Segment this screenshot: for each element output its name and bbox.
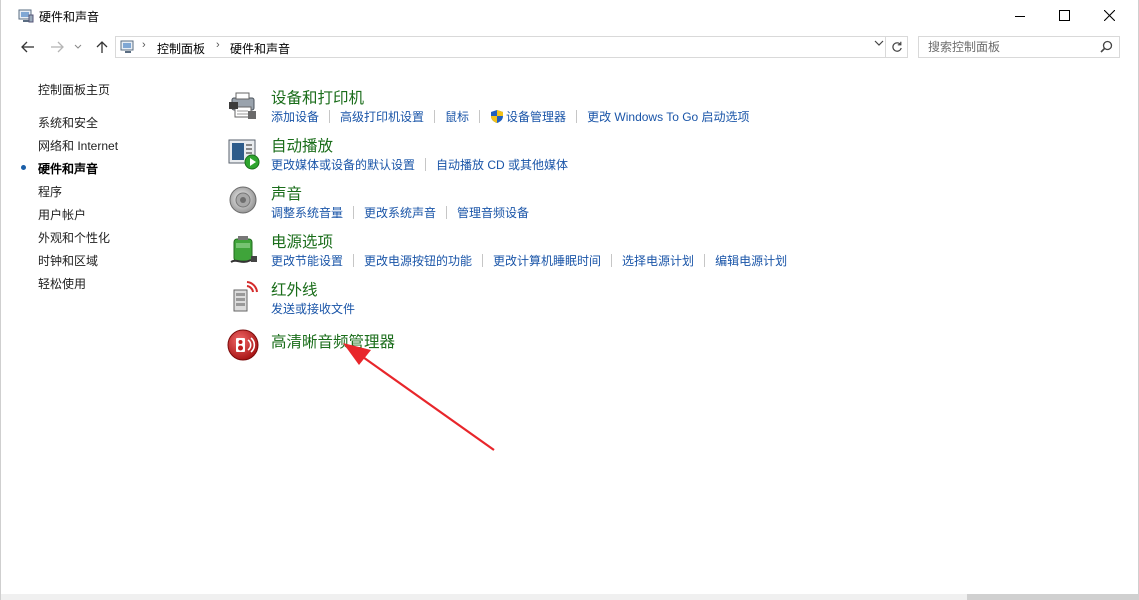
realtek-audio-icon[interactable] bbox=[227, 329, 261, 363]
annotation-arrow-icon bbox=[343, 343, 495, 451]
category-title-devices-printers[interactable]: 设备和打印机 bbox=[271, 86, 364, 108]
up-button[interactable] bbox=[92, 37, 112, 57]
link-divider bbox=[576, 110, 578, 123]
chevron-right-icon: › bbox=[216, 39, 220, 51]
battery-icon[interactable] bbox=[227, 232, 261, 266]
address-bar[interactable]: › 控制面板 › 硬件和声音 bbox=[115, 36, 886, 58]
category-links: 添加设备 高级打印机设置 鼠标 设备管理器 更改 Windows To Go 启动选项 bbox=[271, 108, 750, 127]
refresh-icon bbox=[891, 41, 902, 52]
control-panel-window: 硬件和声音 › 控制面板 › 硬件和声音 搜索控制面板 控制面板主页 系统和安全… bbox=[0, 0, 1139, 600]
autoplay-icon[interactable] bbox=[227, 137, 261, 171]
active-indicator bbox=[21, 165, 26, 170]
refresh-button[interactable] bbox=[886, 36, 908, 58]
link-power-button-function[interactable]: 更改电源按钮的功能 bbox=[364, 252, 472, 269]
minimize-icon bbox=[1015, 15, 1025, 17]
horizontal-scrollbar[interactable] bbox=[1, 594, 1139, 600]
printer-icon[interactable] bbox=[227, 89, 261, 123]
link-add-device[interactable]: 添加设备 bbox=[271, 108, 319, 125]
link-change-system-sounds[interactable]: 更改系统声音 bbox=[364, 204, 436, 221]
category-links: 更改节能设置 更改电源按钮的功能 更改计算机睡眠时间 选择电源计划 编辑电源计划 bbox=[271, 252, 787, 269]
arrow-up-icon bbox=[96, 41, 108, 53]
maximize-icon bbox=[1058, 10, 1070, 21]
sidebar-item-appearance[interactable]: 外观和个性化 bbox=[38, 229, 110, 246]
back-button[interactable] bbox=[18, 37, 38, 57]
link-divider bbox=[329, 110, 331, 123]
window-title: 硬件和声音 bbox=[39, 10, 100, 24]
sidebar-item-network[interactable]: 网络和 Internet bbox=[38, 137, 118, 154]
link-sleep-time[interactable]: 更改计算机睡眠时间 bbox=[493, 252, 601, 269]
link-windows-to-go[interactable]: 更改 Windows To Go 启动选项 bbox=[587, 108, 749, 125]
recent-locations-button[interactable] bbox=[71, 37, 85, 57]
forward-button[interactable] bbox=[47, 37, 67, 57]
chevron-down-icon bbox=[874, 40, 884, 46]
sidebar-item-system-security[interactable]: 系统和安全 bbox=[38, 114, 98, 131]
category-links: 发送或接收文件 bbox=[271, 300, 355, 317]
control-panel-icon bbox=[18, 9, 34, 23]
chevron-right-icon: › bbox=[142, 39, 146, 51]
search-icon[interactable] bbox=[1100, 40, 1113, 56]
category-title-autoplay[interactable]: 自动播放 bbox=[271, 134, 333, 156]
chevron-down-icon bbox=[74, 44, 82, 49]
sidebar-item-ease-of-access[interactable]: 轻松使用 bbox=[38, 275, 86, 292]
category-title-power-options[interactable]: 电源选项 bbox=[271, 230, 333, 252]
control-panel-icon bbox=[120, 40, 136, 57]
sidebar-item-hardware-sound[interactable]: 硬件和声音 bbox=[38, 160, 98, 177]
link-divider bbox=[704, 254, 706, 267]
sidebar-item-user-accounts[interactable]: 用户帐户 bbox=[38, 206, 86, 223]
sidebar-item-programs[interactable]: 程序 bbox=[38, 183, 62, 200]
close-icon bbox=[1103, 10, 1115, 21]
search-box[interactable] bbox=[918, 36, 1120, 58]
category-links: 调整系统音量 更改系统声音 管理音频设备 bbox=[271, 204, 529, 221]
link-change-battery-settings[interactable]: 更改节能设置 bbox=[271, 252, 343, 269]
link-divider bbox=[425, 158, 427, 171]
infrared-icon[interactable] bbox=[227, 280, 261, 314]
breadcrumb-control-panel[interactable]: 控制面板 bbox=[157, 40, 205, 57]
link-mouse[interactable]: 鼠标 bbox=[445, 108, 469, 125]
minimize-button[interactable] bbox=[997, 0, 1043, 31]
link-divider bbox=[611, 254, 613, 267]
link-divider bbox=[353, 206, 355, 219]
sidebar-item-home[interactable]: 控制面板主页 bbox=[38, 81, 110, 98]
link-autoplay-cd[interactable]: 自动播放 CD 或其他媒体 bbox=[436, 156, 568, 173]
link-adjust-volume[interactable]: 调整系统音量 bbox=[271, 204, 343, 221]
breadcrumb-hardware-sound[interactable]: 硬件和声音 bbox=[230, 40, 290, 57]
category-links: 更改媒体或设备的默认设置 自动播放 CD 或其他媒体 bbox=[271, 156, 568, 173]
link-divider bbox=[482, 254, 484, 267]
maximize-button[interactable] bbox=[1041, 0, 1087, 31]
address-dropdown-button[interactable] bbox=[874, 39, 884, 50]
scrollbar-thumb[interactable] bbox=[967, 594, 1139, 600]
arrow-right-icon bbox=[51, 41, 64, 53]
category-title-infrared[interactable]: 红外线 bbox=[271, 278, 318, 300]
category-title-sound[interactable]: 声音 bbox=[271, 182, 302, 204]
link-divider bbox=[479, 110, 481, 123]
close-button[interactable] bbox=[1086, 0, 1132, 31]
link-divider bbox=[434, 110, 436, 123]
speaker-icon[interactable] bbox=[227, 184, 261, 218]
link-edit-power-plan[interactable]: 编辑电源计划 bbox=[715, 252, 787, 269]
link-choose-power-plan[interactable]: 选择电源计划 bbox=[622, 252, 694, 269]
link-divider bbox=[446, 206, 448, 219]
link-manage-audio-devices[interactable]: 管理音频设备 bbox=[457, 204, 529, 221]
link-divider bbox=[353, 254, 355, 267]
search-input[interactable] bbox=[919, 37, 1103, 57]
shield-icon bbox=[490, 109, 504, 127]
arrow-left-icon bbox=[21, 41, 34, 53]
navigation-bar: › 控制面板 › 硬件和声音 bbox=[1, 31, 1138, 63]
title-bar: 硬件和声音 bbox=[1, 0, 1138, 31]
link-device-manager[interactable]: 设备管理器 bbox=[506, 108, 566, 125]
link-advanced-printer-setup[interactable]: 高级打印机设置 bbox=[340, 108, 424, 125]
link-change-default-media[interactable]: 更改媒体或设备的默认设置 bbox=[271, 156, 415, 173]
sidebar-item-clock-region[interactable]: 时钟和区域 bbox=[38, 252, 98, 269]
link-send-receive-files[interactable]: 发送或接收文件 bbox=[271, 300, 355, 317]
